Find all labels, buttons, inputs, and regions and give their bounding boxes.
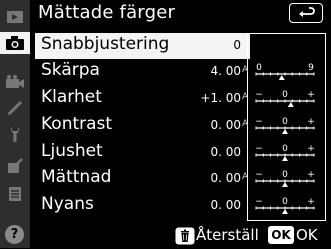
row-value: +1. 00 xyxy=(200,91,241,105)
return-arrow-icon xyxy=(297,7,315,19)
scale-min-label: 0 xyxy=(256,63,262,73)
zero-label: 0 xyxy=(282,90,288,100)
zero-label: 0 xyxy=(282,170,288,180)
reset-label[interactable]: Återställ xyxy=(196,226,259,244)
picture-control-row[interactable]: Nyans 0. 00 xyxy=(35,193,247,219)
back-button[interactable] xyxy=(289,3,323,23)
my-menu-icon[interactable] xyxy=(4,183,26,205)
ok-label: OK xyxy=(296,226,318,244)
row-label: Snabbjustering xyxy=(41,34,169,54)
row-label: Klarhet xyxy=(41,87,102,107)
auto-indicator: A xyxy=(242,65,249,75)
row-label: Nyans xyxy=(41,194,94,214)
ok-button[interactable]: OK xyxy=(268,226,294,244)
row-value: 0. 00 xyxy=(210,145,241,159)
trash-icon xyxy=(175,227,195,245)
picture-control-row[interactable]: Mättnad 0. 00 xyxy=(35,166,247,192)
zero-label: 0 xyxy=(282,144,288,154)
zero-label: 0 xyxy=(282,117,288,127)
minus-label: − xyxy=(255,197,263,207)
picture-control-row[interactable]: Snabbjustering0 xyxy=(35,33,247,59)
plus-label: + xyxy=(307,90,315,100)
adjustment-scale: A0 9 xyxy=(240,59,324,85)
auto-indicator: A xyxy=(242,172,249,182)
picture-control-row[interactable]: Skärpa 4. 00 xyxy=(35,59,247,85)
auto-indicator: A xyxy=(242,92,249,102)
auto-indicator: A xyxy=(242,119,249,129)
help-icon[interactable]: ? xyxy=(5,225,24,244)
picture-control-row[interactable]: Klarhet +1. 00 xyxy=(35,86,247,112)
movie-shooting-menu-icon[interactable] xyxy=(4,71,26,93)
minus-label: − xyxy=(255,37,263,47)
row-value: 0. 00 xyxy=(210,198,241,212)
picture-control-row[interactable]: Ljushet 0. 00 xyxy=(35,140,247,166)
picture-control-row[interactable]: Kontrast 0. 00 xyxy=(35,113,247,139)
minus-label: − xyxy=(255,144,263,154)
row-value: 0. 00 xyxy=(210,118,241,132)
plus-label: + xyxy=(307,197,315,207)
row-label: Skärpa xyxy=(41,60,100,80)
row-value: 4. 00 xyxy=(210,64,241,78)
page-title: Mättade färger xyxy=(38,2,175,23)
value-marker xyxy=(288,102,294,107)
menu-sidebar: ? xyxy=(0,0,30,248)
value-marker xyxy=(282,209,288,214)
value-marker xyxy=(282,156,288,161)
retouch-menu-icon[interactable] xyxy=(4,155,26,177)
value-marker xyxy=(282,129,288,134)
value-marker xyxy=(282,49,288,54)
plus-label: + xyxy=(307,170,315,180)
zero-label: 0 xyxy=(282,37,288,47)
adjustment-scale: A− 0 + xyxy=(240,113,324,139)
row-label: Ljushet xyxy=(41,141,103,161)
value-marker xyxy=(282,182,288,187)
plus-label: + xyxy=(307,117,315,127)
photo-shooting-menu-icon[interactable] xyxy=(0,32,30,54)
adjustment-scale: − 0 + xyxy=(240,33,324,59)
minus-label: − xyxy=(255,117,263,127)
adjustment-scale: − 0 + xyxy=(240,193,324,219)
plus-label: + xyxy=(307,37,315,47)
row-value: 0. 00 xyxy=(210,171,241,185)
row-label: Kontrast xyxy=(41,114,112,134)
adjustment-scale: A− 0 + xyxy=(240,86,324,112)
playback-menu-icon[interactable] xyxy=(4,6,26,28)
setup-menu-icon[interactable] xyxy=(4,123,26,145)
adjustment-scale: A− 0 + xyxy=(240,166,324,192)
zero-label: 0 xyxy=(282,197,288,207)
scale-max-label: 9 xyxy=(308,63,314,73)
minus-label: − xyxy=(255,90,263,100)
value-marker xyxy=(279,75,285,80)
row-label: Mättnad xyxy=(41,167,111,187)
minus-label: − xyxy=(255,170,263,180)
plus-label: + xyxy=(307,144,315,154)
adjustment-scale: − 0 + xyxy=(240,140,324,166)
custom-settings-icon[interactable] xyxy=(4,97,26,119)
